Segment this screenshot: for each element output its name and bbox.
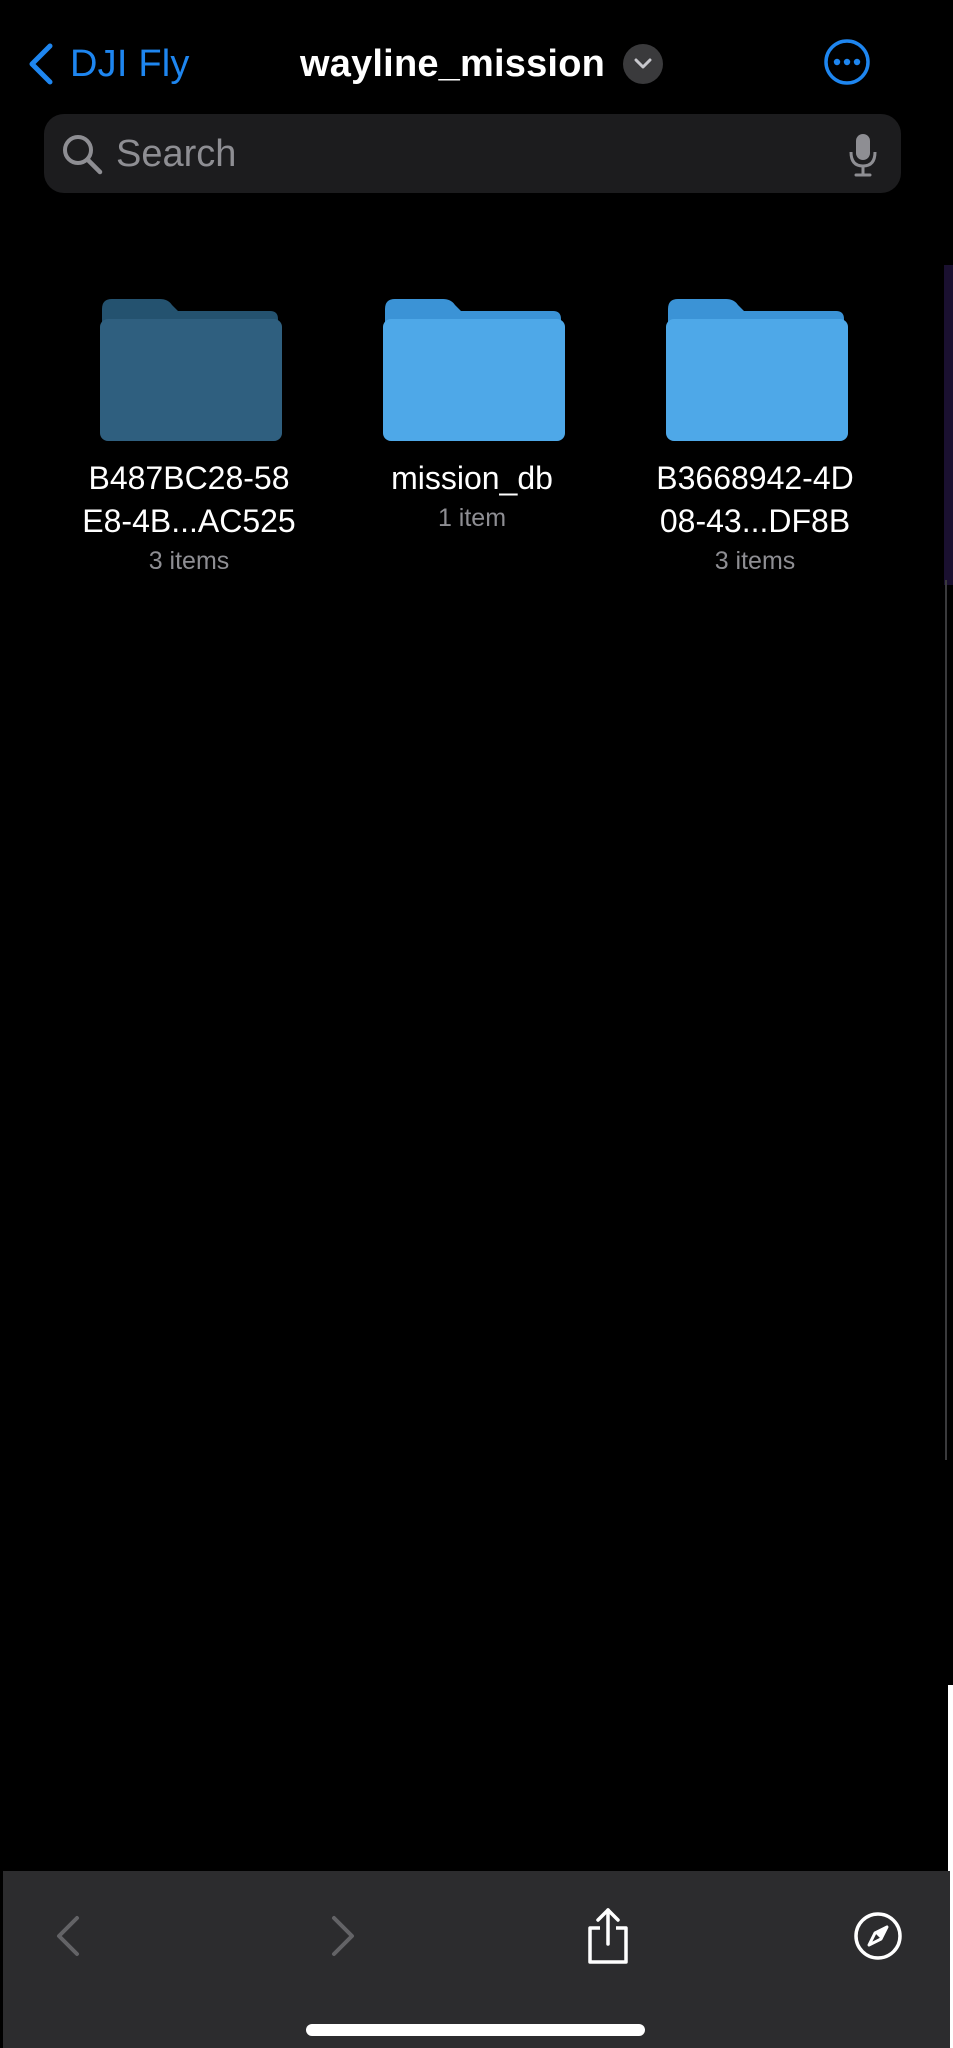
back-button[interactable]: DJI Fly	[26, 36, 190, 92]
folder-icon	[100, 299, 282, 441]
search-bar	[44, 114, 901, 195]
folder-name: B3668942-4D 08-43...DF8B	[656, 460, 854, 539]
scrollbar[interactable]	[945, 580, 947, 1460]
folder-name: B487BC28-58 E8-4B...AC525	[82, 460, 296, 539]
home-indicator	[306, 2024, 645, 2036]
folder-item-count: 1 item	[437, 504, 507, 532]
chevron-down-icon	[623, 44, 664, 84]
search-input[interactable]	[114, 114, 818, 195]
forward-arrow-button[interactable]	[308, 1901, 378, 1971]
folder-item-count: 3 items	[714, 547, 796, 575]
share-icon	[588, 1908, 628, 1964]
bottom-toolbar	[3, 1871, 950, 2048]
folder-item[interactable]: B487BC28-58 E8-4B...AC525 3 items	[59, 295, 319, 576]
compass-icon	[854, 1912, 902, 1960]
microphone-icon[interactable]	[847, 132, 879, 178]
folder-icon	[666, 299, 848, 441]
folder-item[interactable]: B3668942-4D 08-43...DF8B 3 items	[625, 295, 885, 576]
folder-name: mission_db	[391, 460, 553, 496]
folder-title-menu[interactable]: wayline_mission	[300, 36, 664, 92]
back-arrow-button[interactable]	[33, 1901, 103, 1971]
folder-item[interactable]: mission_db 1 item	[342, 295, 602, 533]
more-options-icon[interactable]	[823, 38, 871, 86]
navigation-bar: DJI Fly wayline_mission	[0, 0, 953, 110]
back-button-label: DJI Fly	[70, 42, 190, 85]
search-icon	[63, 135, 103, 175]
page-title: wayline_mission	[300, 42, 606, 85]
forward-arrow-icon	[332, 1916, 354, 1956]
compass-button[interactable]	[843, 1901, 913, 1971]
folder-item-count: 3 items	[148, 547, 230, 575]
folder-icon	[383, 299, 565, 441]
edge-strip	[944, 265, 953, 585]
back-arrow-icon	[57, 1916, 79, 1956]
share-button[interactable]	[573, 1901, 643, 1971]
chevron-left-icon	[29, 43, 53, 85]
